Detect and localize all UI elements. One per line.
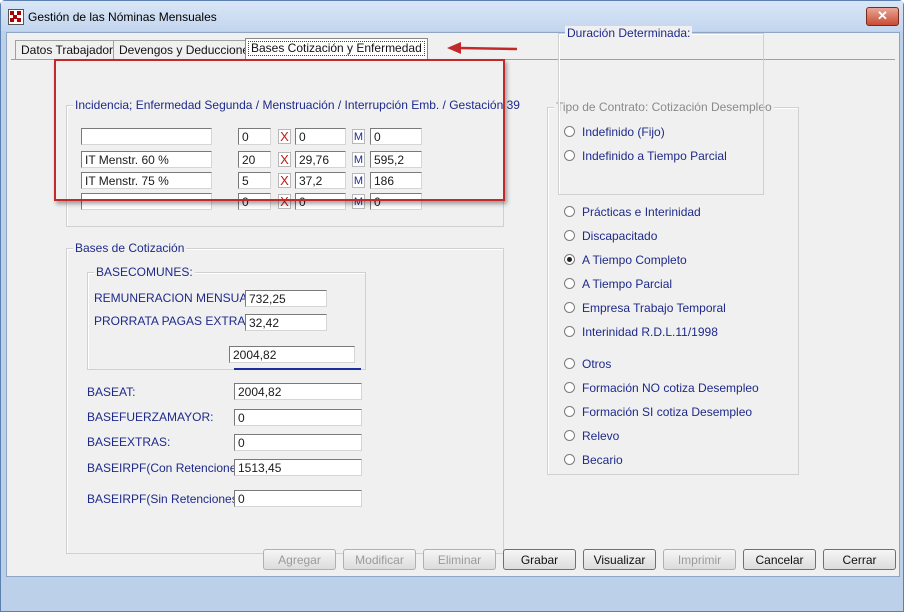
radio-label: A Tiempo Completo — [582, 253, 687, 267]
radio-button-icon[interactable] — [564, 358, 575, 369]
baseirpf-con-label: BASEIRPF(Con Retenciones): — [87, 461, 250, 475]
imprimir-button[interactable]: Imprimir — [663, 549, 736, 570]
visualizar-button[interactable]: Visualizar — [583, 549, 656, 570]
app-icon — [8, 9, 24, 25]
modificar-button[interactable]: Modificar — [343, 549, 416, 570]
duracion-determinada-legend: Duración Determinada: — [565, 26, 693, 40]
radio-button-icon[interactable] — [564, 302, 575, 313]
radio-button-checked-icon[interactable] — [564, 254, 575, 265]
radio-label: A Tiempo Parcial — [582, 277, 673, 291]
basefuerzamayor-label: BASEFUERZAMAYOR: — [87, 410, 214, 424]
radio-button-icon[interactable] — [564, 278, 575, 289]
radio-button-icon[interactable] — [564, 326, 575, 337]
grabar-button[interactable]: Grabar — [503, 549, 576, 570]
radio-button-icon[interactable] — [564, 206, 575, 217]
window-title: Gestión de las Nóminas Mensuales — [28, 10, 217, 24]
baseirpf-sin-field[interactable]: 0 — [234, 490, 362, 507]
radio-button-icon[interactable] — [564, 382, 575, 393]
radio-label: Discapacitado — [582, 229, 658, 243]
baseirpf-con-field[interactable]: 1513,45 — [234, 459, 362, 476]
red-highlight-annotation — [54, 59, 505, 201]
radio-label: Prácticas e Interinidad — [582, 205, 701, 219]
tab-devengos-deducciones[interactable]: Devengos y Deducciones — [113, 40, 262, 59]
baseirpf-sin-label: BASEIRPF(Sin Retenciones): — [87, 492, 246, 506]
cerrar-button[interactable]: Cerrar — [823, 549, 896, 570]
prorrata-field[interactable]: 32,42 — [245, 314, 327, 331]
basecomunes-legend: BASECOMUNES: — [94, 265, 195, 279]
baseextras-label: BASEEXTRAS: — [87, 435, 171, 449]
duracion-determinada-group: Duración Determinada: — [558, 26, 764, 195]
prorrata-label: PRORRATA PAGAS EXTRAS: — [94, 314, 257, 328]
radio-label: Becario — [582, 453, 623, 467]
radio-button-icon[interactable] — [564, 454, 575, 465]
remuneracion-field[interactable]: 732,25 — [245, 290, 327, 307]
sum-separator-line — [234, 368, 361, 370]
eliminar-button[interactable]: Eliminar — [423, 549, 496, 570]
radio-label: Formación NO cotiza Desempleo — [582, 381, 759, 395]
radio-label: Otros — [582, 357, 612, 371]
tab-datos-trabajador[interactable]: Datos Trabajador — [15, 40, 120, 59]
radio-label: Interinidad R.D.L.11/1998 — [582, 325, 718, 339]
radio-button-icon[interactable] — [564, 230, 575, 241]
title-bar[interactable]: Gestión de las Nóminas Mensuales ✕ — [1, 1, 903, 31]
radio-label: Empresa Trabajo Temporal — [582, 301, 726, 315]
agregar-button[interactable]: Agregar — [263, 549, 336, 570]
baseextras-field[interactable]: 0 — [234, 434, 362, 451]
cancelar-button[interactable]: Cancelar — [743, 549, 816, 570]
radio-button-icon[interactable] — [564, 430, 575, 441]
radio-label: Formación SI cotiza Desempleo — [582, 405, 753, 419]
bases-cotizacion-legend: Bases de Cotización — [73, 241, 187, 255]
baseat-label: BASEAT: — [87, 385, 136, 399]
radio-button-icon[interactable] — [564, 406, 575, 417]
tab-bases-cotizacion[interactable]: Bases Cotización y Enfermedad — [245, 38, 428, 59]
remuneracion-label: REMUNERACION MENSUAL: — [94, 291, 258, 305]
basecomunes-total-field[interactable]: 2004,82 — [229, 346, 355, 363]
basefuerzamayor-field[interactable]: 0 — [234, 409, 362, 426]
main-window: Gestión de las Nóminas Mensuales ✕ Datos… — [0, 0, 904, 612]
red-arrow-annotation-icon — [447, 42, 518, 54]
close-window-button[interactable]: ✕ — [866, 7, 899, 26]
baseat-field[interactable]: 2004,82 — [234, 383, 362, 400]
radio-label: Relevo — [582, 429, 620, 443]
